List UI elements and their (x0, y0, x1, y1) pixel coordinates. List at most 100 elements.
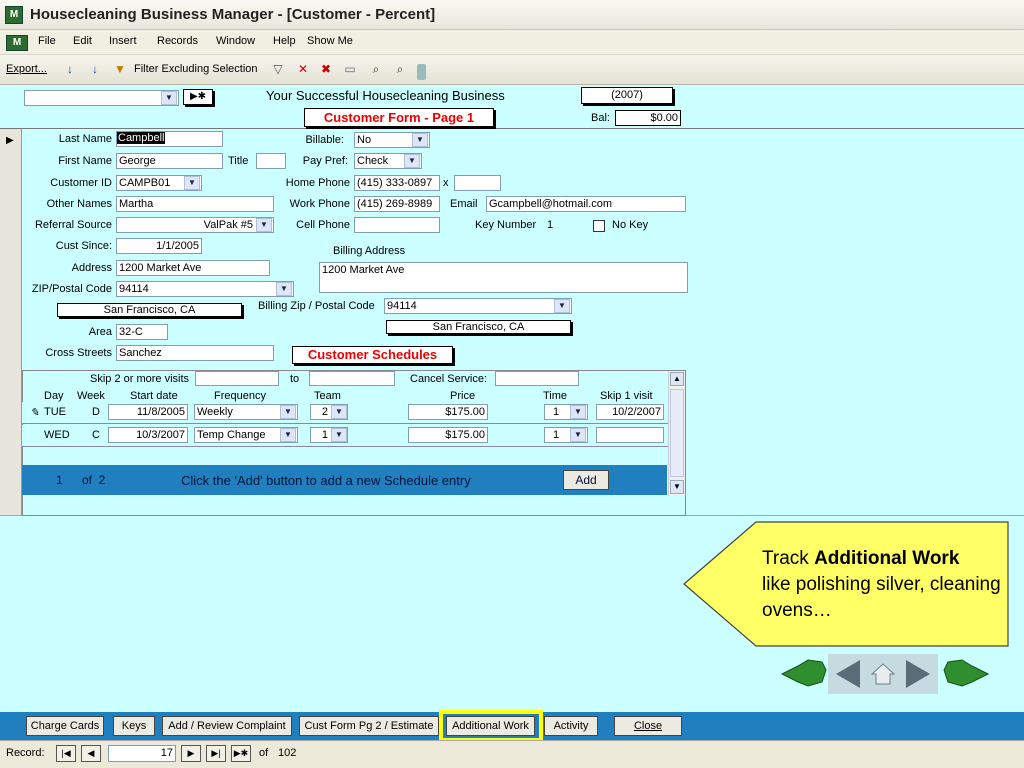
cross-streets-field[interactable]: Sanchez (116, 345, 274, 361)
schedule-position: 1 (56, 473, 63, 487)
last-record-icon[interactable]: ▶| (206, 745, 226, 762)
ext-field[interactable] (454, 175, 501, 191)
chevron-down-icon[interactable]: ▼ (276, 282, 292, 296)
activity-button[interactable]: Activity (544, 716, 598, 736)
new-record-icon[interactable]: ▭ (342, 61, 358, 77)
chevron-down-icon[interactable]: ▼ (412, 133, 428, 147)
row1-skip-visit[interactable]: 10/2/2007 (596, 404, 664, 420)
chevron-down-icon[interactable]: ▼ (161, 91, 177, 105)
new-record-nav-icon[interactable]: ▶✱ (231, 745, 251, 762)
row1-day[interactable]: TUE (44, 406, 66, 418)
record-combo[interactable] (24, 90, 179, 106)
chevron-down-icon[interactable]: ▼ (331, 428, 347, 442)
filter-form-icon[interactable]: ▽ (270, 61, 286, 77)
row2-price[interactable]: $175.00 (408, 427, 488, 443)
chevron-down-icon[interactable]: ▼ (280, 405, 296, 419)
app-icon[interactable]: M (5, 6, 23, 24)
col-price: Price (450, 390, 476, 402)
work-phone-field[interactable]: (415) 269-8989 (354, 196, 440, 212)
menu-file[interactable]: File (38, 35, 56, 47)
record-pointer-icon: ▶ (6, 135, 14, 146)
row1-week[interactable]: D (92, 406, 100, 418)
menu-show-me[interactable]: Show Me (307, 35, 353, 47)
first-record-icon[interactable]: |◀ (56, 745, 76, 762)
remove-filter-icon[interactable]: ✕ (295, 61, 311, 77)
area-field[interactable]: 32-C (116, 324, 168, 340)
row1-price[interactable]: $175.00 (408, 404, 488, 420)
no-key-checkbox[interactable] (593, 220, 605, 232)
skip-to-field[interactable] (309, 371, 395, 386)
schedule-add-hint: Click the 'Add' button to add a new Sche… (181, 473, 471, 488)
menu-insert[interactable]: Insert (109, 35, 137, 47)
first-name-label: First Name (58, 155, 112, 167)
customer-id-label: Customer ID (50, 177, 112, 189)
row2-start-date[interactable]: 10/3/2007 (108, 427, 188, 443)
email-field[interactable]: Gcampbell@hotmail.com (486, 196, 686, 212)
last-name-value: Campbell (117, 132, 166, 144)
address-field[interactable]: 1200 Market Ave (116, 260, 270, 276)
keys-button[interactable]: Keys (113, 716, 155, 736)
scroll-thumb[interactable] (670, 389, 684, 477)
record-selector[interactable]: ▶ (0, 129, 22, 516)
skip-from-field[interactable] (195, 371, 279, 386)
chevron-down-icon[interactable]: ▼ (404, 154, 420, 168)
pointing-hand-left-icon[interactable] (780, 659, 827, 687)
chevron-down-icon[interactable]: ▼ (331, 405, 347, 419)
referral-source-field[interactable]: ValPak #5 (116, 217, 274, 233)
menu-window[interactable]: Window (216, 35, 255, 47)
chevron-down-icon[interactable]: ▼ (570, 428, 586, 442)
toolbar-overflow-icon[interactable] (417, 64, 426, 80)
row2-skip-visit[interactable] (596, 427, 664, 443)
cust-form-pg2-button[interactable]: Cust Form Pg 2 / Estimate (299, 716, 439, 736)
filter-icon[interactable]: ▼ (112, 61, 128, 77)
first-name-field[interactable]: George (116, 153, 223, 169)
close-button[interactable]: Close (614, 716, 682, 736)
home-phone-field[interactable]: (415) 333-0897 (354, 175, 440, 191)
find-icon[interactable]: ⌕ (368, 61, 384, 77)
prev-record-icon[interactable]: ◀ (81, 745, 101, 762)
add-schedule-button[interactable]: Add (563, 470, 609, 490)
filter-excluding-button[interactable]: Filter Excluding Selection (134, 63, 258, 75)
menu-records[interactable]: Records (157, 35, 198, 47)
current-record-field[interactable]: 17 (108, 745, 176, 762)
billing-address-field[interactable]: 1200 Market Ave (319, 262, 688, 293)
schedule-nav-bar: 1 of 2 Click the 'Add' button to add a n… (22, 465, 667, 495)
chevron-down-icon[interactable]: ▼ (184, 176, 200, 190)
col-frequency: Frequency (214, 390, 266, 402)
cell-phone-field[interactable] (354, 217, 440, 233)
new-record-button[interactable]: ▶✱ (183, 89, 213, 105)
chevron-down-icon[interactable]: ▼ (570, 405, 586, 419)
scroll-up-icon[interactable]: ▲ (670, 372, 684, 386)
chevron-down-icon[interactable]: ▼ (554, 299, 570, 313)
billing-zip-field[interactable]: 94114 (384, 298, 572, 314)
row1-start-date[interactable]: 11/8/2005 (108, 404, 188, 420)
form-title: Customer Form - Page 1 (304, 108, 494, 127)
sort-ascending-icon[interactable]: ↓ (62, 61, 78, 77)
col-week: Week (77, 390, 105, 402)
replace-icon[interactable]: ⌕ (392, 61, 408, 77)
menu-edit[interactable]: Edit (73, 35, 92, 47)
schedule-count: of 2 (82, 473, 106, 487)
add-review-complaint-button[interactable]: Add / Review Complaint (162, 716, 292, 736)
sort-descending-icon[interactable]: ↓ (87, 61, 103, 77)
cross-streets-label: Cross Streets (45, 347, 112, 359)
next-record-icon[interactable]: ▶ (181, 745, 201, 762)
cust-since-field[interactable]: 1/1/2005 (116, 238, 202, 254)
schedules-scrollbar[interactable]: ▲ ▼ (668, 371, 685, 496)
scroll-down-icon[interactable]: ▼ (670, 480, 684, 494)
cancel-service-field[interactable] (495, 371, 579, 386)
row2-week[interactable]: C (92, 429, 100, 441)
year-box: (2007) (581, 87, 673, 104)
menu-help[interactable]: Help (273, 35, 296, 47)
other-names-field[interactable]: Martha (116, 196, 274, 212)
delete-record-icon[interactable]: ✖ (318, 61, 334, 77)
export-button[interactable]: Export... (6, 63, 47, 75)
last-name-field[interactable]: Campbell (116, 131, 223, 147)
zip-field[interactable]: 94114 (116, 281, 294, 297)
additional-work-button[interactable]: Additional Work (446, 716, 535, 736)
pointing-hand-right-icon[interactable] (943, 659, 990, 687)
charge-cards-button[interactable]: Charge Cards (26, 716, 104, 736)
chevron-down-icon[interactable]: ▼ (280, 428, 296, 442)
row2-day[interactable]: WED (44, 429, 70, 441)
form-icon[interactable]: M (6, 35, 28, 51)
